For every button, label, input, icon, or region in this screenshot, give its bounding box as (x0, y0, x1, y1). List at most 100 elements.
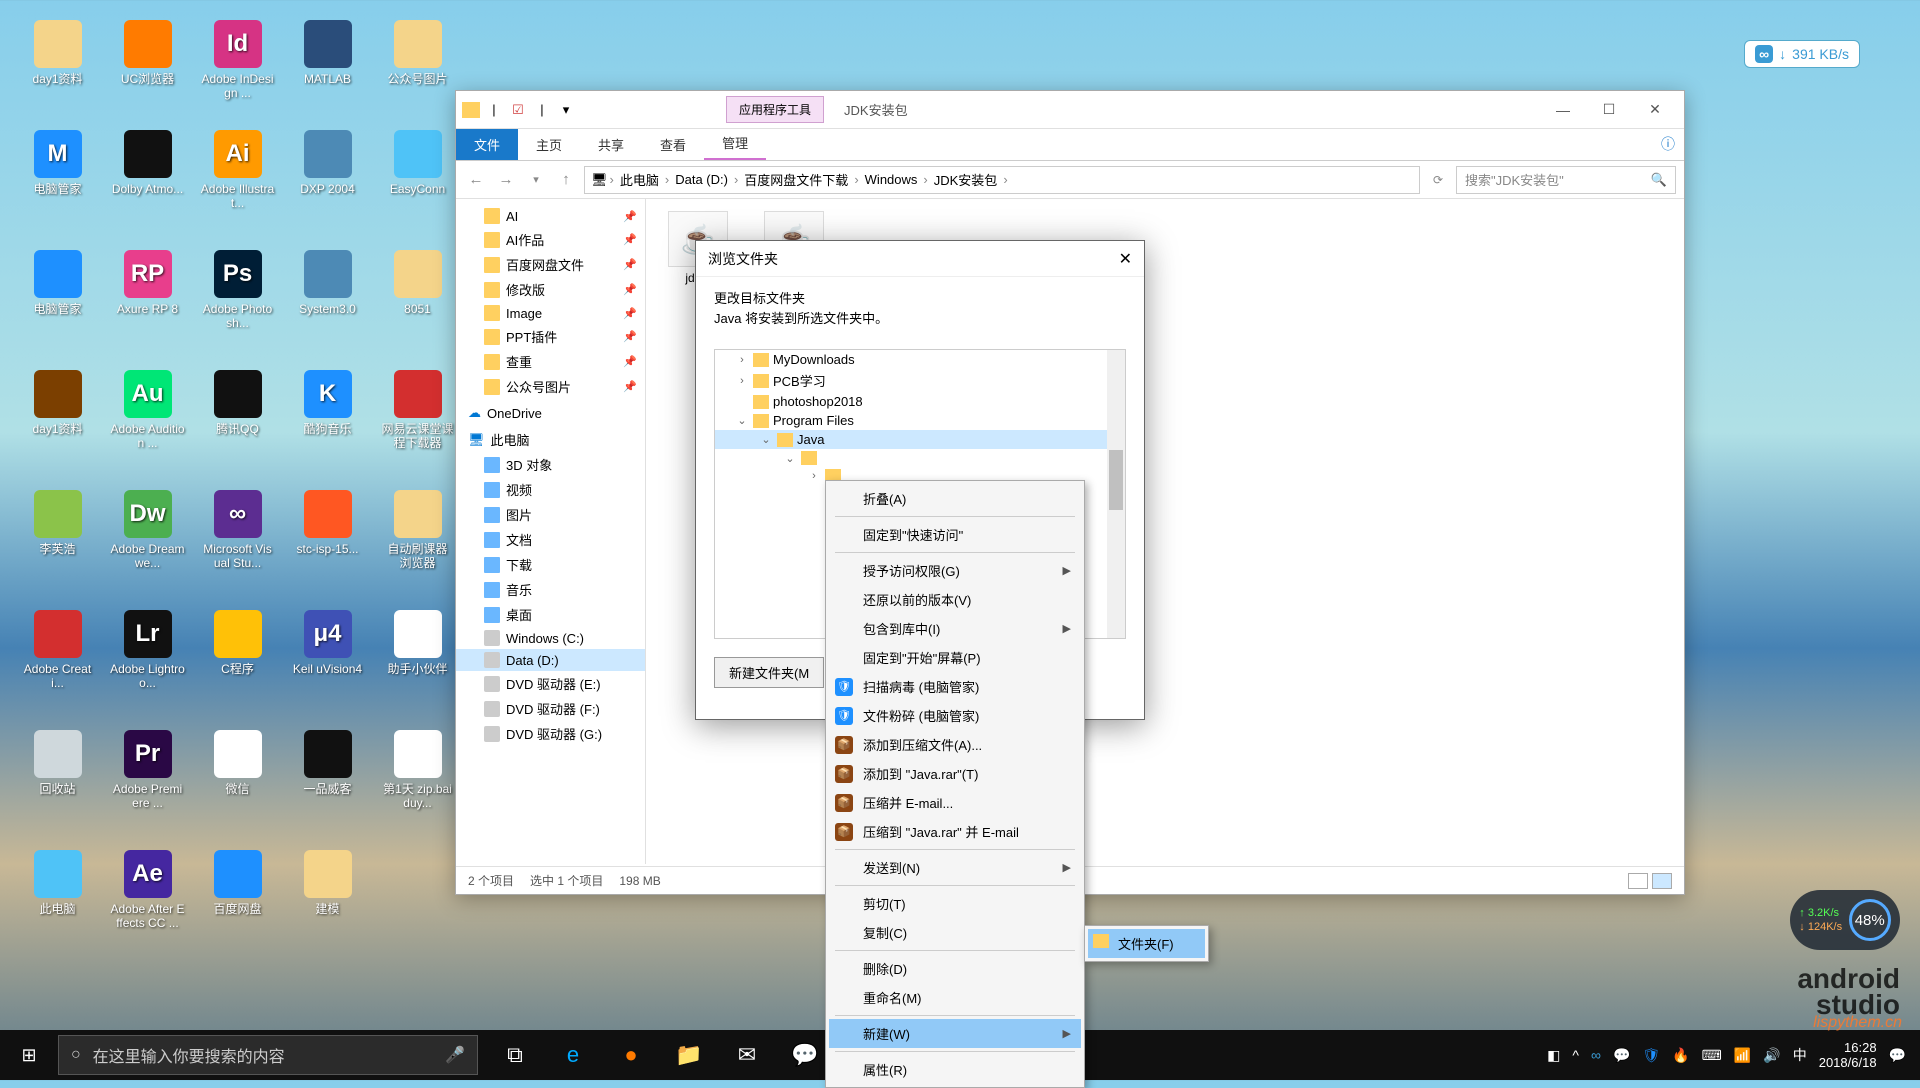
desktop-icon[interactable]: 助手小伙伴 (380, 610, 455, 676)
menu-item[interactable]: 📦压缩到 "Java.rar" 并 E-mail (829, 817, 1081, 846)
ribbon-tab-share[interactable]: 共享 (580, 129, 642, 160)
desktop-icon[interactable]: RPAxure RP 8 (110, 250, 185, 316)
menu-item[interactable]: 重命名(M) (829, 983, 1081, 1012)
notifications-button[interactable]: 💬 (1889, 1047, 1906, 1064)
sidebar-item[interactable]: 3D 对象 (456, 452, 645, 477)
desktop-icon[interactable]: μ4Keil uVision4 (290, 610, 365, 676)
desktop-icon[interactable]: 一品威客 (290, 730, 365, 796)
menu-item[interactable]: 还原以前的版本(V) (829, 585, 1081, 614)
maximize-button[interactable]: ☐ (1586, 95, 1632, 125)
ribbon-tab-view[interactable]: 查看 (642, 129, 704, 160)
scroll-thumb[interactable] (1109, 450, 1123, 510)
desktop-icon[interactable]: AiAdobe Illustrat... (200, 130, 275, 210)
new-folder-button[interactable]: 新建文件夹(M (714, 657, 824, 688)
sidebar-drive[interactable]: Data (D:) (456, 649, 645, 671)
mic-icon[interactable]: 🎤 (445, 1045, 465, 1065)
progress-widget[interactable]: ↑ 3.2K/s ↓ 124K/s 48% (1790, 890, 1900, 950)
desktop-icon[interactable]: 第1天 zip.baiduy... (380, 730, 455, 810)
desktop-icon[interactable]: System3.0 (290, 250, 365, 316)
tree-item[interactable]: ⌄Java (715, 430, 1125, 449)
desktop-icon[interactable]: stc-isp-15... (290, 490, 365, 556)
nav-up-button[interactable]: ↑ (554, 168, 578, 192)
menu-item[interactable]: 新建(W)▶ (829, 1019, 1081, 1048)
sidebar-drive[interactable]: DVD 驱动器 (F:) (456, 696, 645, 721)
menu-item[interactable]: 固定到"开始"屏幕(P) (829, 643, 1081, 672)
task-explorer[interactable]: 📁 (660, 1030, 718, 1080)
desktop-icon[interactable]: PrAdobe Premiere ... (110, 730, 185, 810)
desktop-icon[interactable]: ∞Microsoft Visual Stu... (200, 490, 275, 570)
desktop-icon[interactable]: 微信 (200, 730, 275, 796)
desktop-icon[interactable]: AuAdobe Audition ... (110, 370, 185, 450)
menu-item[interactable]: 🛡扫描病毒 (电脑管家) (829, 672, 1081, 701)
sidebar-item[interactable]: 查重📌 (456, 349, 645, 374)
desktop-icon[interactable]: EasyConn (380, 130, 455, 196)
task-edge[interactable]: e (544, 1030, 602, 1080)
qat-check-icon[interactable]: ☑ (508, 100, 528, 120)
browse-titlebar[interactable]: 浏览文件夹 ✕ (696, 241, 1144, 277)
tree-item[interactable]: ⌄ (715, 449, 1125, 467)
desktop-icon[interactable]: day1资料 (20, 20, 95, 86)
sidebar-item[interactable]: PPT插件📌 (456, 324, 645, 349)
desktop-icon[interactable]: AeAdobe After Effects CC ... (110, 850, 185, 930)
browse-close-button[interactable]: ✕ (1119, 249, 1132, 269)
start-button[interactable]: ⊞ (0, 1030, 58, 1080)
titlebar[interactable]: | ☑ | ▾ 应用程序工具 JDK安装包 — ☐ ✕ (456, 91, 1684, 129)
desktop-icon[interactable]: MATLAB (290, 20, 365, 86)
nav-forward-button[interactable]: → (494, 168, 518, 192)
nav-recent-button[interactable]: ▾ (524, 168, 548, 192)
desktop-icon[interactable]: 腾讯QQ (200, 370, 275, 436)
desktop-icon[interactable]: IdAdobe InDesign ... (200, 20, 275, 100)
tray-cloud-icon[interactable]: ∞ (1591, 1047, 1601, 1063)
desktop-icon[interactable]: C程序 (200, 610, 275, 676)
sidebar-item[interactable]: 桌面 (456, 602, 645, 627)
view-icons-button[interactable] (1652, 873, 1672, 889)
desktop-icon[interactable]: day1资料 (20, 370, 95, 436)
desktop-icon[interactable]: 自动刷课器 浏览器 (380, 490, 455, 570)
desktop-icon[interactable]: PsAdobe Photosh... (200, 250, 275, 330)
expand-icon[interactable]: › (735, 375, 749, 387)
sidebar-thispc[interactable]: 🖥此电脑 (456, 424, 645, 452)
desktop-icon[interactable]: DwAdobe Dreamwe... (110, 490, 185, 570)
menu-item[interactable]: 发送到(N)▶ (829, 853, 1081, 882)
sidebar-drive[interactable]: DVD 驱动器 (G:) (456, 721, 645, 746)
tray-up-icon[interactable]: ^ (1572, 1047, 1579, 1063)
sidebar-item[interactable]: 音乐 (456, 577, 645, 602)
sidebar-item[interactable]: AI📌 (456, 205, 645, 227)
tree-scrollbar[interactable] (1107, 350, 1125, 638)
menu-item[interactable]: 授予访问权限(G)▶ (829, 556, 1081, 585)
desktop-icon[interactable]: M电脑管家 (20, 130, 95, 196)
expand-icon[interactable]: ⌄ (759, 433, 773, 446)
ribbon-tab-manage[interactable]: 管理 (704, 127, 766, 160)
sidebar-item[interactable]: 图片 (456, 502, 645, 527)
desktop-icon[interactable]: DXP 2004 (290, 130, 365, 196)
expand-icon[interactable]: › (807, 470, 821, 482)
sidebar-item[interactable]: 修改版📌 (456, 277, 645, 302)
nav-back-button[interactable]: ← (464, 168, 488, 192)
menu-item[interactable]: 剪切(T) (829, 889, 1081, 918)
menu-item[interactable]: 包含到库中(I)▶ (829, 614, 1081, 643)
netspeed-widget[interactable]: ∞ ↓ 391 KB/s (1744, 40, 1860, 68)
tray-flame-icon[interactable]: 🔥 (1672, 1047, 1689, 1064)
desktop-icon[interactable]: 公众号图片 (380, 20, 455, 86)
task-mail[interactable]: ✉ (718, 1030, 776, 1080)
sidebar-item[interactable]: 视频 (456, 477, 645, 502)
tree-item[interactable]: ⌄Program Files (715, 411, 1125, 430)
sidebar-item[interactable]: 下载 (456, 552, 645, 577)
breadcrumb-segment[interactable]: 百度网盘文件下载 (740, 168, 852, 191)
breadcrumb-segment[interactable]: Data (D:) (671, 170, 732, 189)
qat-dropdown-icon[interactable]: ▾ (556, 100, 576, 120)
desktop-icon[interactable]: LrAdobe Lightroo... (110, 610, 185, 690)
breadcrumb-segment[interactable]: Windows (861, 170, 922, 189)
sidebar-item[interactable]: Image📌 (456, 302, 645, 324)
task-uc[interactable]: ● (602, 1030, 660, 1080)
desktop-icon[interactable]: K酷狗音乐 (290, 370, 365, 436)
task-view-button[interactable]: ⧉ (486, 1030, 544, 1080)
desktop-icon[interactable]: 建模 (290, 850, 365, 916)
taskbar-search[interactable]: ○ 在这里输入你要搜索的内容 🎤 (58, 1035, 478, 1075)
minimize-button[interactable]: — (1540, 95, 1586, 125)
ribbon-help-icon[interactable]: ⓘ (1652, 128, 1684, 160)
tray-network-icon[interactable]: 📶 (1734, 1047, 1751, 1064)
menu-item[interactable]: 固定到"快速访问" (829, 520, 1081, 549)
tray-keyboard-icon[interactable]: ⌨ (1702, 1047, 1722, 1064)
submenu-item-folder[interactable]: 文件夹(F) (1088, 929, 1205, 958)
